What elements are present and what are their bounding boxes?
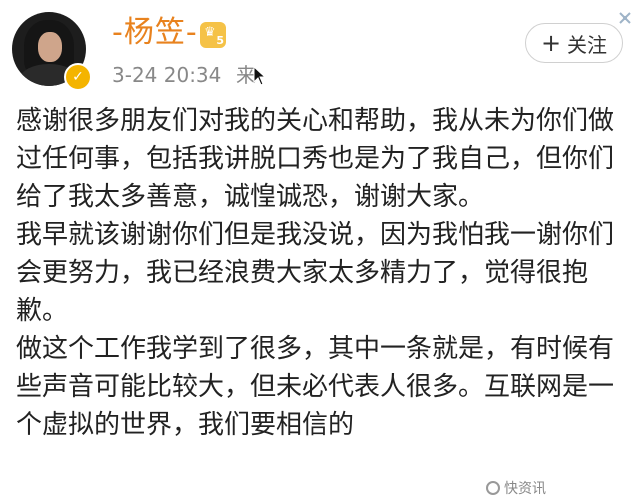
avatar-face <box>38 32 62 62</box>
crown-icon: ♛ <box>204 25 216 40</box>
username[interactable]: -杨笠- <box>112 16 198 50</box>
post-paragraph: 做这个工作我学到了很多，其中一条就是，有时候有些声音可能比较大，但未必代表人很多… <box>16 334 615 440</box>
close-icon[interactable] <box>617 10 633 26</box>
watermark: 快资讯 <box>480 476 636 500</box>
follow-label: 关注 <box>567 32 608 57</box>
level-number: 5 <box>216 34 224 47</box>
post-header: ✓ -杨笠- ♛ 5 3-24 20:34 来 + 关注 <box>0 0 640 100</box>
plus-icon: + <box>540 29 562 57</box>
post-body: 感谢很多朋友们对我的关心和帮助，我从未为你们做过任何事，包括我讲脱口秀也是为了我… <box>16 102 628 444</box>
post-paragraph: 感谢很多朋友们对我的关心和帮助，我从未为你们做过任何事，包括我讲脱口秀也是为了我… <box>16 106 615 212</box>
post-time: 3-24 20:34 <box>112 63 222 87</box>
verified-icon: ✓ <box>64 63 92 91</box>
watermark-text: 快资讯 <box>504 481 546 497</box>
post-paragraph: 我早就该谢谢你们但是我没说，因为我怕我一谢你们会更努力，我已经浪费大家太多精力了… <box>16 220 615 326</box>
watermark-logo-icon <box>486 481 500 495</box>
follow-button[interactable]: + 关注 <box>525 23 623 63</box>
level-badge-icon: ♛ 5 <box>200 22 226 48</box>
